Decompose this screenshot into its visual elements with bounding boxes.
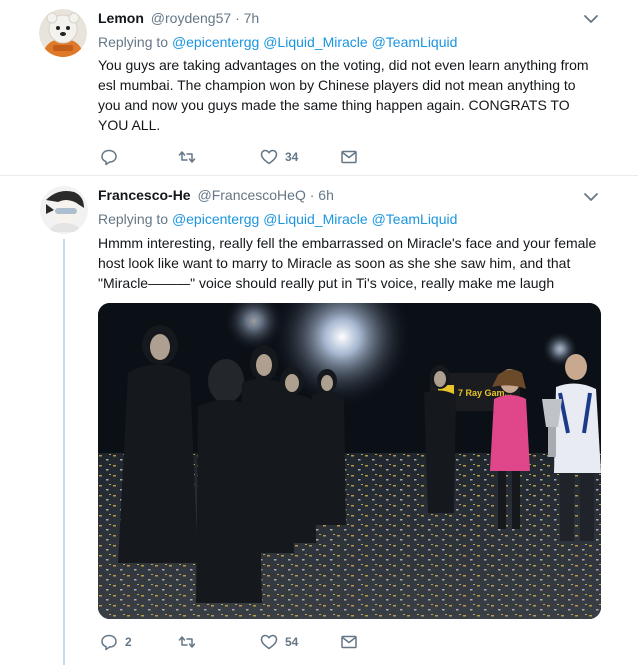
timestamp[interactable]: 7h	[244, 10, 260, 26]
separator-dot: ·	[309, 187, 315, 203]
display-name[interactable]: Francesco-He	[98, 187, 191, 203]
like-button[interactable]: 54	[260, 632, 298, 652]
reply-icon	[101, 149, 117, 166]
replying-prefix: Replying to	[98, 211, 169, 227]
envelope-icon	[341, 150, 357, 164]
replying-to: Replying to @epicentergg @Liquid_Miracle…	[98, 210, 457, 228]
tweet-text: Hmmm interesting, really fell the embarr…	[98, 235, 597, 291]
heart-icon	[260, 634, 278, 650]
direct-message-button[interactable]	[340, 147, 358, 167]
chevron-down-icon[interactable]	[582, 10, 600, 28]
reply-icon	[101, 634, 117, 651]
retweet-button[interactable]	[178, 632, 203, 652]
mention-link[interactable]: @Liquid_Miracle	[263, 211, 367, 227]
replying-prefix: Replying to	[98, 34, 169, 50]
tweet-actions: 34	[98, 147, 398, 167]
replying-to: Replying to @epicentergg @Liquid_Miracle…	[98, 33, 457, 51]
mention-link[interactable]: @epicentergg	[172, 34, 259, 50]
retweet-icon	[178, 636, 196, 648]
like-count: 54	[285, 635, 299, 649]
reply-button[interactable]: 2	[100, 632, 132, 652]
mention-link[interactable]: @TeamLiquid	[372, 34, 458, 50]
reply-count: 2	[125, 635, 132, 649]
timestamp[interactable]: 6h	[318, 187, 334, 203]
display-name[interactable]: Lemon	[98, 10, 144, 26]
character-avatar-icon	[40, 186, 88, 234]
direct-message-button[interactable]	[340, 632, 358, 652]
avatar[interactable]	[39, 9, 87, 57]
like-count: 34	[285, 150, 299, 164]
mention-link[interactable]: @Liquid_Miracle	[263, 34, 367, 50]
heart-icon	[260, 149, 278, 165]
separator-dot: ·	[235, 10, 240, 26]
user-handle[interactable]: @roydeng57	[151, 10, 231, 26]
chevron-down-icon[interactable]	[582, 188, 600, 206]
mention-link[interactable]: @TeamLiquid	[372, 211, 458, 227]
tweet-header: Lemon @roydeng57 · 7h	[98, 9, 259, 27]
avatar[interactable]	[40, 186, 88, 234]
user-handle[interactable]: @FrancescoHeQ	[197, 187, 305, 203]
mention-link[interactable]: @epicentergg	[172, 211, 259, 227]
tweet-text: You guys are taking advantages on the vo…	[98, 57, 589, 133]
astronaut-avatar-icon	[39, 9, 87, 57]
tweet[interactable]: Lemon @roydeng57 · 7h Replying to @epice…	[0, 0, 638, 176]
tweet-photo[interactable]: 7 Ray Gam...	[98, 303, 601, 619]
like-button[interactable]: 34	[260, 147, 298, 167]
stage-photo: 7 Ray Gam...	[98, 303, 601, 619]
envelope-icon	[341, 635, 357, 649]
retweet-button[interactable]	[178, 147, 203, 167]
tweet-actions: 2 54	[98, 632, 398, 652]
reply-button[interactable]	[100, 147, 125, 167]
tweet[interactable]: Francesco-He @FrancescoHeQ · 6h Replying…	[0, 177, 638, 665]
retweet-icon	[178, 151, 196, 163]
tweet-header: Francesco-He @FrancescoHeQ · 6h	[98, 186, 334, 204]
thread-connector-line	[63, 239, 65, 665]
